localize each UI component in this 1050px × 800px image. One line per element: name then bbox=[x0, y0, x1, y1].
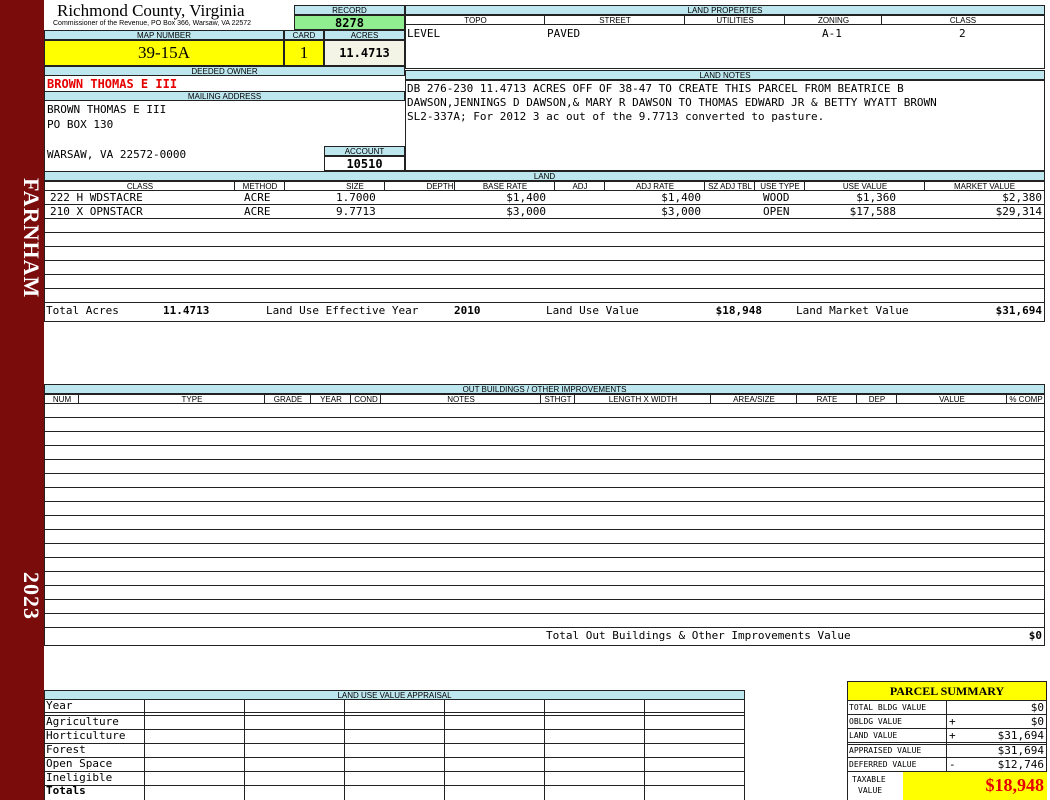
land-row-2-use-type: OPEN bbox=[763, 205, 790, 218]
land-note-line-2: DAWSON,JENNINGS D DAWSON,& MARY R DAWSON… bbox=[407, 96, 937, 109]
card-label: CARD bbox=[284, 30, 324, 40]
land-use-value: $18,948 bbox=[715, 304, 762, 317]
summary-deferred-value: $12,746 bbox=[997, 758, 1044, 771]
land-row-1-adj-rate: $1,400 bbox=[661, 191, 701, 204]
land-note-line-3: SL2-337A; For 2012 3 ac out of the 9.771… bbox=[407, 110, 825, 123]
luv-row-agriculture: Agriculture bbox=[46, 715, 119, 728]
record-label: RECORD bbox=[294, 5, 405, 15]
outbuildings-total: $0 bbox=[1028, 629, 1042, 642]
county-title: Richmond County, Virginia bbox=[57, 1, 245, 20]
account-number: 10510 bbox=[324, 156, 405, 171]
total-acres: 11.4713 bbox=[163, 304, 210, 317]
land-properties-title: LAND PROPERTIES bbox=[405, 5, 1045, 15]
map-number: 39-15A bbox=[44, 40, 284, 66]
zoning-value: A-1 bbox=[822, 27, 842, 40]
luv-row-year: Year bbox=[46, 699, 73, 712]
summary-land-label: LAND VALUE bbox=[849, 731, 898, 740]
side-band: FARNHAM 2023 bbox=[0, 0, 44, 800]
land-title: LAND bbox=[44, 171, 1045, 181]
luv-row-forest: Forest bbox=[46, 743, 86, 756]
effective-year: 2010 bbox=[454, 304, 481, 317]
taxable-label-2: VALUE bbox=[858, 786, 883, 795]
land-row-2-base-rate: $3,000 bbox=[506, 205, 546, 218]
taxable-value: $18,948 bbox=[903, 772, 1047, 800]
deeded-owner-label: DEEDED OWNER bbox=[44, 66, 405, 76]
land-row-1-class: 222 H WDSTACRE bbox=[50, 191, 143, 204]
mailing-line-2: PO BOX 130 bbox=[47, 118, 114, 131]
map-number-label: MAP NUMBER bbox=[44, 30, 284, 40]
land-row-2-adj-rate: $3,000 bbox=[661, 205, 701, 218]
land-row-2-market-value: $29,314 bbox=[995, 205, 1042, 218]
mailing-address-label: MAILING ADDRESS bbox=[44, 91, 405, 101]
summary-bldg-value: $0 bbox=[1030, 701, 1044, 714]
luv-row-horticulture: Horticulture bbox=[46, 729, 126, 742]
district-name: FARNHAM bbox=[19, 178, 44, 299]
acres-value: 11.4713 bbox=[324, 40, 405, 66]
land-row-1-base-rate: $1,400 bbox=[506, 191, 546, 204]
summary-appraised-value: $31,694 bbox=[997, 744, 1044, 757]
land-row-1-size: 1.7000 bbox=[336, 191, 376, 204]
outbuildings-title: OUT BUILDINGS / OTHER IMPROVEMENTS bbox=[44, 384, 1045, 394]
topo-value: LEVEL bbox=[407, 27, 441, 40]
parcel-summary-title: PARCEL SUMMARY bbox=[847, 681, 1047, 701]
land-properties-body bbox=[405, 24, 1045, 69]
luv-row-totals: Totals bbox=[46, 784, 86, 797]
summary-appraised-label: APPRAISED VALUE bbox=[849, 746, 922, 755]
class-value: 2 bbox=[959, 27, 966, 40]
summary-obldg-label: OBLDG VALUE bbox=[849, 717, 902, 726]
land-market-value: $31,694 bbox=[995, 304, 1042, 317]
land-notes-title: LAND NOTES bbox=[405, 70, 1045, 80]
land-row-2-size: 9.7713 bbox=[336, 205, 376, 218]
outbuildings-rows bbox=[44, 403, 1045, 646]
summary-deferred-label: DEFERRED VALUE bbox=[849, 760, 917, 769]
summary-obldg-value: $0 bbox=[1030, 715, 1044, 728]
land-row-2-class: 210 X OPNSTACR bbox=[50, 205, 143, 218]
land-row-2-method: ACRE bbox=[244, 205, 271, 218]
deeded-owner: BROWN THOMAS E III bbox=[47, 77, 178, 91]
land-market-value-label: Land Market Value bbox=[796, 304, 909, 317]
commissioner-address: Commissioner of the Revenue, PO Box 366,… bbox=[53, 20, 252, 27]
luv-row-open-space: Open Space bbox=[46, 757, 113, 770]
land-row-2-use-value: $17,588 bbox=[849, 205, 896, 218]
effective-year-label: Land Use Effective Year bbox=[266, 304, 419, 317]
land-note-line-1: DB 276-230 11.4713 ACRES OFF OF 38-47 TO… bbox=[407, 82, 904, 95]
land-row-1-use-value: $1,360 bbox=[856, 191, 896, 204]
mailing-line-4: WARSAW, VA 22572-0000 bbox=[47, 148, 187, 161]
luv-row-ineligible: Ineligible bbox=[46, 771, 113, 784]
total-acres-label: Total Acres bbox=[46, 304, 119, 317]
tax-year: 2023 bbox=[19, 572, 44, 620]
street-value: PAVED bbox=[547, 27, 581, 40]
taxable-label-1: TAXABLE bbox=[852, 775, 886, 784]
summary-land-op: + bbox=[949, 729, 956, 742]
account-label: ACCOUNT bbox=[324, 146, 405, 156]
outbuildings-total-label: Total Out Buildings & Other Improvements… bbox=[546, 629, 851, 642]
card-number: 1 bbox=[284, 40, 324, 66]
summary-land-value: $31,694 bbox=[997, 729, 1044, 742]
record-number: 8278 bbox=[294, 15, 405, 30]
land-row-1-method: ACRE bbox=[244, 191, 271, 204]
summary-deferred-op: - bbox=[949, 758, 956, 771]
luv-title: LAND USE VALUE APPRAISAL bbox=[44, 690, 745, 700]
summary-bldg-label: TOTAL BLDG VALUE bbox=[849, 703, 927, 712]
acres-label: ACRES bbox=[324, 30, 405, 40]
land-use-value-label: Land Use Value bbox=[546, 304, 639, 317]
land-row-1-market-value: $2,380 bbox=[1002, 191, 1042, 204]
summary-obldg-op: + bbox=[949, 715, 956, 728]
mailing-line-1: BROWN THOMAS E III bbox=[47, 103, 167, 116]
land-row-1-use-type: WOOD bbox=[763, 191, 790, 204]
